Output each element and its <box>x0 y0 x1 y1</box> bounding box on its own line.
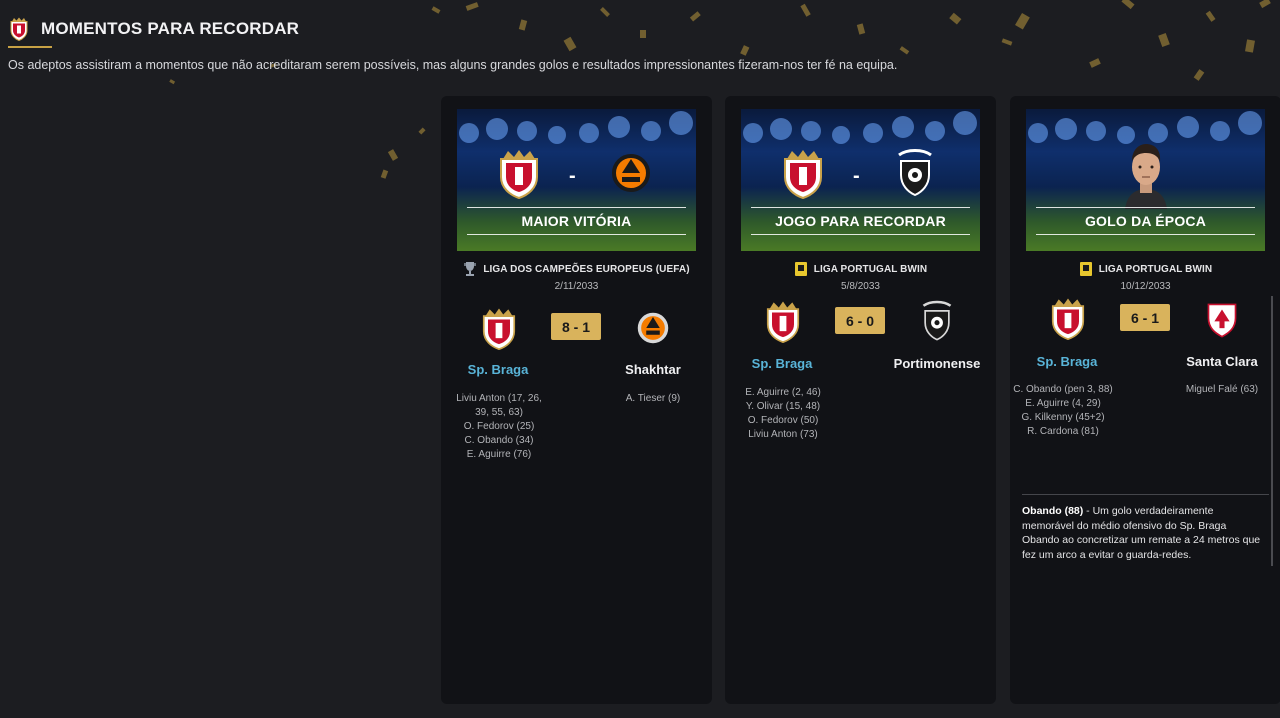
shakhtar-crest-icon <box>612 154 650 192</box>
braga-crest-icon <box>500 150 538 199</box>
competition-name: LIGA PORTUGAL BWIN <box>1098 263 1213 275</box>
banner-line-bottom <box>751 234 970 235</box>
competition-row: LIGA DOS CAMPEÕES EUROPEUS (UEFA) <box>441 261 712 277</box>
score-box: 8 - 1 <box>551 313 601 340</box>
scorer-line: Liviu Anton (17, 26, <box>456 393 542 404</box>
scorer-line: C. Obando (pen 3, 88) <box>1013 384 1113 395</box>
page-title: MOMENTOS PARA RECORDAR <box>41 19 300 38</box>
scorer-line: E. Aguirre (4, 29) <box>1025 398 1101 409</box>
title-underline <box>8 46 52 48</box>
goal-title: Obando (88) <box>1022 505 1084 517</box>
competition-name: LIGA DOS CAMPEÕES EUROPEUS (UEFA) <box>483 263 690 275</box>
banner-label: JOGO PARA RECORDAR <box>775 213 946 229</box>
moment-banner: - MAIOR VITÓRIA <box>457 109 696 251</box>
away-team-crest-icon <box>637 312 669 344</box>
moment-banner: GOLO DA ÉPOCA <box>1026 109 1265 251</box>
scorer-line: R. Cardona (81) <box>1027 426 1099 437</box>
player-avatar <box>1125 144 1167 209</box>
versus-dash: - <box>853 165 860 187</box>
scorer-line: Liviu Anton (73) <box>748 429 818 440</box>
competition-name: LIGA PORTUGAL BWIN <box>813 263 928 275</box>
away-team-crest-icon <box>922 300 952 341</box>
scorer-line: E. Aguirre (2, 46) <box>745 387 821 398</box>
scorer-line: E. Aguirre (76) <box>466 449 532 460</box>
home-team-crest-icon <box>766 301 800 343</box>
versus-dash: - <box>569 165 576 187</box>
home-scorers: E. Aguirre (2, 46) Y. Olivar (15, 48) O.… <box>728 386 838 442</box>
away-team-name[interactable]: Portimonense <box>877 356 997 371</box>
scorer-line: O. Fedorov (25) <box>463 421 535 432</box>
away-scorers: A. Tieser (9) <box>598 392 708 406</box>
home-scorers: Liviu Anton (17, 26, 39, 55, 63) O. Fedo… <box>444 392 554 462</box>
scorer-line: C. Obando (34) <box>464 435 534 446</box>
competition-row: LIGA PORTUGAL BWIN <box>725 261 996 277</box>
banner-line-bottom <box>467 234 686 235</box>
liga-portugal-icon <box>794 262 807 276</box>
scorer-line: G. Kilkenny (45+2) <box>1021 412 1105 423</box>
home-team-name[interactable]: Sp. Braga <box>722 356 842 371</box>
moment-card-goal-of-season[interactable]: GOLO DA ÉPOCA LIGA PORTUGAL BWIN 10/12/2… <box>1010 96 1280 704</box>
banner-line-bottom <box>1036 234 1255 235</box>
away-team-name[interactable]: Shakhtar <box>593 362 713 377</box>
banner-line-top <box>467 207 686 208</box>
home-team-name[interactable]: Sp. Braga <box>438 362 558 377</box>
score-box: 6 - 0 <box>835 307 885 334</box>
away-team-crest-icon <box>1207 303 1237 338</box>
home-team-name[interactable]: Sp. Braga <box>1007 354 1127 369</box>
scorer-line: A. Tieser (9) <box>625 393 681 404</box>
goal-description: Obando (88) - Um golo verdadeiramente me… <box>1022 504 1262 562</box>
match-date: 2/11/2033 <box>554 281 599 292</box>
braga-crest-icon <box>784 150 822 199</box>
scorer-line: O. Fedorov (50) <box>747 415 819 426</box>
portimonense-crest-icon <box>898 149 932 197</box>
home-team-crest-icon <box>1051 298 1085 340</box>
match-date: 5/8/2033 <box>841 281 880 292</box>
banner-line-top <box>751 207 970 208</box>
home-team-crest-icon <box>482 308 516 350</box>
scorer-line: Miguel Falé (63) <box>1185 384 1259 395</box>
page-description: Os adeptos assistiram a momentos que não… <box>8 58 898 72</box>
scorer-line: Y. Olivar (15, 48) <box>745 401 821 412</box>
braga-badge-icon <box>8 15 30 43</box>
champions-trophy-icon <box>464 262 477 276</box>
home-scorers: C. Obando (pen 3, 88) E. Aguirre (4, 29)… <box>1008 383 1118 439</box>
banner-line-top <box>1036 207 1255 208</box>
competition-row: LIGA PORTUGAL BWIN <box>1010 261 1280 277</box>
match-date: 10/12/2033 <box>1120 281 1171 292</box>
card-scrollbar[interactable] <box>1271 296 1273 566</box>
moment-card-biggest-win[interactable]: - MAIOR VITÓRIA LIGA DOS CAMPEÕES EUROPE… <box>441 96 712 704</box>
moment-card-memorable-match[interactable]: - JOGO PARA RECORDAR LIGA PORTUGAL BWIN … <box>725 96 996 704</box>
page-header: MOMENTOS PARA RECORDAR <box>8 12 299 46</box>
banner-label: MAIOR VITÓRIA <box>521 213 632 229</box>
scorer-line: 39, 55, 63) <box>475 407 523 418</box>
goal-divider <box>1022 494 1269 495</box>
liga-portugal-icon <box>1079 262 1092 276</box>
away-team-name[interactable]: Santa Clara <box>1162 354 1280 369</box>
score-box: 6 - 1 <box>1120 304 1170 331</box>
banner-label: GOLO DA ÉPOCA <box>1084 213 1207 229</box>
moment-banner: - JOGO PARA RECORDAR <box>741 109 980 251</box>
away-scorers: Miguel Falé (63) <box>1167 383 1277 397</box>
